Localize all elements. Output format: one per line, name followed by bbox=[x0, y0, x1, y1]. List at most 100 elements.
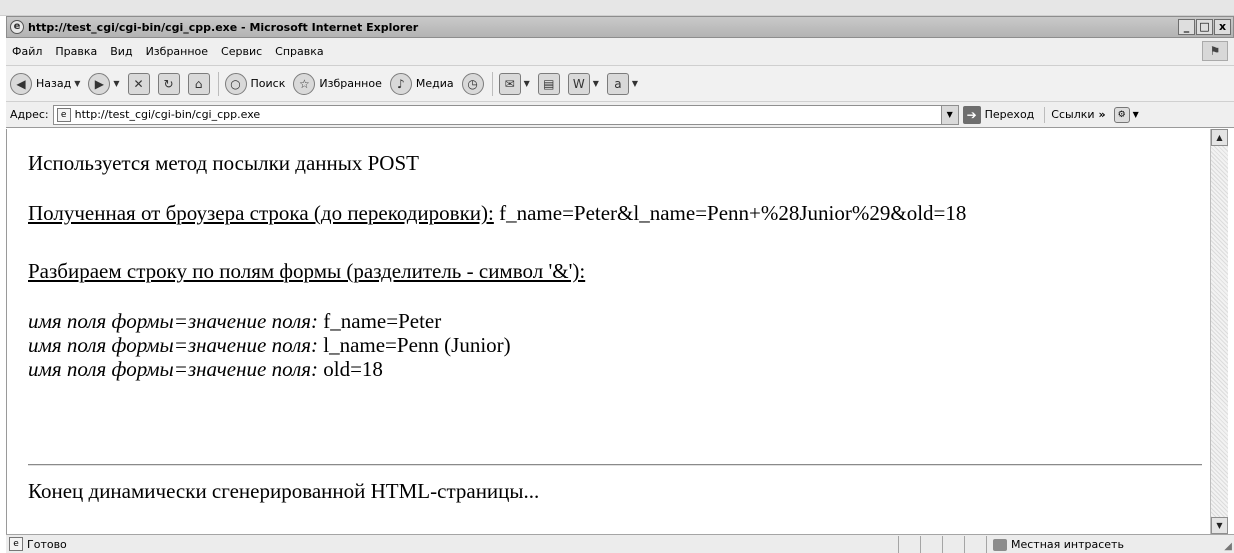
go-button[interactable]: ➔ Переход bbox=[962, 105, 1035, 124]
method-line: Используется метод посылки данных POST bbox=[28, 151, 419, 175]
status-pane bbox=[898, 536, 920, 553]
chevron-down-icon[interactable]: ▼ bbox=[113, 79, 119, 88]
chevron-down-icon[interactable]: ▼ bbox=[524, 79, 530, 88]
minimize-button[interactable]: _ bbox=[1178, 19, 1195, 35]
search-icon: ○ bbox=[224, 72, 247, 95]
go-arrow-icon: ➔ bbox=[962, 105, 981, 124]
maximize-button[interactable]: □ bbox=[1196, 19, 1213, 35]
menu-help[interactable]: Справка bbox=[275, 45, 323, 58]
status-pane bbox=[964, 536, 986, 553]
windows-logo-icon: ⚑ bbox=[1202, 41, 1228, 61]
window-controls: _ □ x bbox=[1178, 19, 1231, 35]
media-button[interactable]: ♪ Медиа bbox=[389, 70, 454, 98]
field-row: имя поля формы=значение поля: f_name=Pet… bbox=[28, 309, 441, 334]
address-input[interactable]: e http://test_cgi/cgi-bin/cgi_cpp.exe ▼ bbox=[52, 104, 959, 125]
received-label: Полученная от броузера строка (до переко… bbox=[28, 201, 494, 225]
vertical-scrollbar[interactable]: ▲ ▼ bbox=[1210, 129, 1228, 534]
menu-file[interactable]: Файл bbox=[12, 45, 42, 58]
chevron-down-icon[interactable]: ▼ bbox=[593, 79, 599, 88]
ie-page-icon: e bbox=[10, 20, 24, 34]
edit-button[interactable]: W ▼ bbox=[567, 70, 599, 98]
window-title: http://test_cgi/cgi-bin/cgi_cpp.exe - Mi… bbox=[28, 20, 419, 34]
menu-bar: Файл Правка Вид Избранное Сервис Справка… bbox=[6, 38, 1234, 66]
encoding-icon: a bbox=[606, 72, 629, 95]
received-value: f_name=Peter&l_name=Penn+%28Junior%29&ol… bbox=[499, 201, 967, 225]
received-line: Полученная от броузера строка (до переко… bbox=[28, 201, 966, 226]
chevron-down-icon[interactable]: ▼ bbox=[74, 79, 80, 88]
zone-text: Местная интрасеть bbox=[1011, 538, 1124, 551]
home-icon: ⌂ bbox=[187, 72, 210, 95]
parse-heading: Разбираем строку по полям формы (раздели… bbox=[28, 259, 586, 283]
title-bar[interactable]: e http://test_cgi/cgi-bin/cgi_cpp.exe - … bbox=[6, 16, 1234, 38]
scroll-down-icon[interactable]: ▼ bbox=[1211, 517, 1228, 534]
favorites-label: Избранное bbox=[319, 77, 382, 90]
page-content: Используется метод посылки данных POST П… bbox=[6, 129, 1210, 534]
history-icon: ◷ bbox=[461, 72, 484, 95]
menu-favorites[interactable]: Избранное bbox=[146, 45, 208, 58]
address-bar: Адрес: e http://test_cgi/cgi-bin/cgi_cpp… bbox=[6, 102, 1234, 128]
chevron-down-icon[interactable]: ▼ bbox=[1133, 110, 1139, 119]
links-label: Ссылки bbox=[1051, 108, 1095, 121]
refresh-icon: ↻ bbox=[157, 72, 180, 95]
page-icon: e bbox=[56, 107, 71, 122]
resize-grip-icon[interactable]: ◢ bbox=[1224, 541, 1232, 552]
scroll-up-icon[interactable]: ▲ bbox=[1211, 129, 1228, 146]
field-value: old=18 bbox=[323, 357, 383, 381]
refresh-button[interactable]: ↻ bbox=[157, 70, 180, 98]
word-edit-icon: W bbox=[567, 72, 590, 95]
back-label: Назад bbox=[36, 77, 72, 90]
forward-arrow-icon: ▶ bbox=[88, 72, 111, 95]
page-done-icon: e bbox=[9, 537, 23, 551]
mail-button[interactable]: ✉ ▼ bbox=[498, 70, 530, 98]
status-text: Готово bbox=[27, 537, 67, 551]
field-prefix: имя поля формы=значение поля: bbox=[28, 357, 318, 381]
field-value: l_name=Penn (Junior) bbox=[323, 333, 511, 357]
back-arrow-icon: ◀ bbox=[10, 72, 32, 95]
extension-icon[interactable]: ⚙ bbox=[1113, 106, 1130, 123]
encoding-button[interactable]: a ▼ bbox=[606, 70, 638, 98]
intranet-icon bbox=[993, 538, 1007, 551]
field-row: имя поля формы=значение поля: old=18 bbox=[28, 357, 383, 382]
links-button[interactable]: Ссылки » ⚙ ▼ bbox=[1044, 106, 1139, 123]
chevron-down-icon[interactable]: ▼ bbox=[632, 79, 638, 88]
horizontal-rule bbox=[28, 464, 1202, 466]
print-button[interactable]: ▤ bbox=[537, 70, 560, 98]
menu-edit[interactable]: Правка bbox=[55, 45, 97, 58]
search-button[interactable]: ○ Поиск bbox=[224, 70, 286, 98]
home-button[interactable]: ⌂ bbox=[187, 70, 210, 98]
toolbar: ◀ Назад ▼ ▶ ▼ ✕ ↻ ⌂ ○ Поиск ☆ Избранное … bbox=[6, 66, 1234, 102]
stop-button[interactable]: ✕ bbox=[127, 70, 150, 98]
status-bar: e Готово Местная интрасеть ◢ bbox=[6, 534, 1234, 553]
media-icon: ♪ bbox=[389, 72, 412, 95]
toolbar-separator bbox=[217, 71, 219, 96]
status-panes bbox=[898, 536, 986, 553]
history-button[interactable]: ◷ bbox=[461, 70, 484, 98]
status-pane bbox=[920, 536, 942, 553]
close-button[interactable]: x bbox=[1214, 19, 1231, 35]
field-value: f_name=Peter bbox=[323, 309, 442, 333]
address-label: Адрес: bbox=[10, 108, 49, 121]
menu-view[interactable]: Вид bbox=[110, 45, 132, 58]
background-strip bbox=[0, 0, 1234, 16]
media-label: Медиа bbox=[415, 77, 454, 90]
menu-tools[interactable]: Сервис bbox=[221, 45, 262, 58]
address-dropdown-icon[interactable]: ▼ bbox=[940, 105, 958, 124]
toolbar-separator bbox=[491, 71, 493, 96]
address-value[interactable]: http://test_cgi/cgi-bin/cgi_cpp.exe bbox=[75, 108, 261, 121]
favorites-button[interactable]: ☆ Избранное bbox=[293, 70, 382, 98]
star-icon: ☆ bbox=[293, 72, 316, 95]
footer-line: Конец динамически сгенерированной HTML-с… bbox=[28, 479, 540, 503]
search-label: Поиск bbox=[250, 77, 286, 90]
mail-icon: ✉ bbox=[498, 72, 521, 95]
printer-icon: ▤ bbox=[537, 72, 560, 95]
field-prefix: имя поля формы=значение поля: bbox=[28, 309, 318, 333]
status-pane bbox=[942, 536, 964, 553]
chevron-right-icon: » bbox=[1098, 108, 1106, 121]
stop-icon: ✕ bbox=[127, 72, 150, 95]
go-label: Переход bbox=[984, 108, 1035, 121]
field-row: имя поля формы=значение поля: l_name=Pen… bbox=[28, 333, 511, 358]
back-button[interactable]: ◀ Назад ▼ bbox=[10, 70, 80, 98]
security-zone[interactable]: Местная интрасеть bbox=[986, 536, 1216, 553]
field-prefix: имя поля формы=значение поля: bbox=[28, 333, 318, 357]
forward-button[interactable]: ▶ ▼ bbox=[88, 70, 120, 98]
